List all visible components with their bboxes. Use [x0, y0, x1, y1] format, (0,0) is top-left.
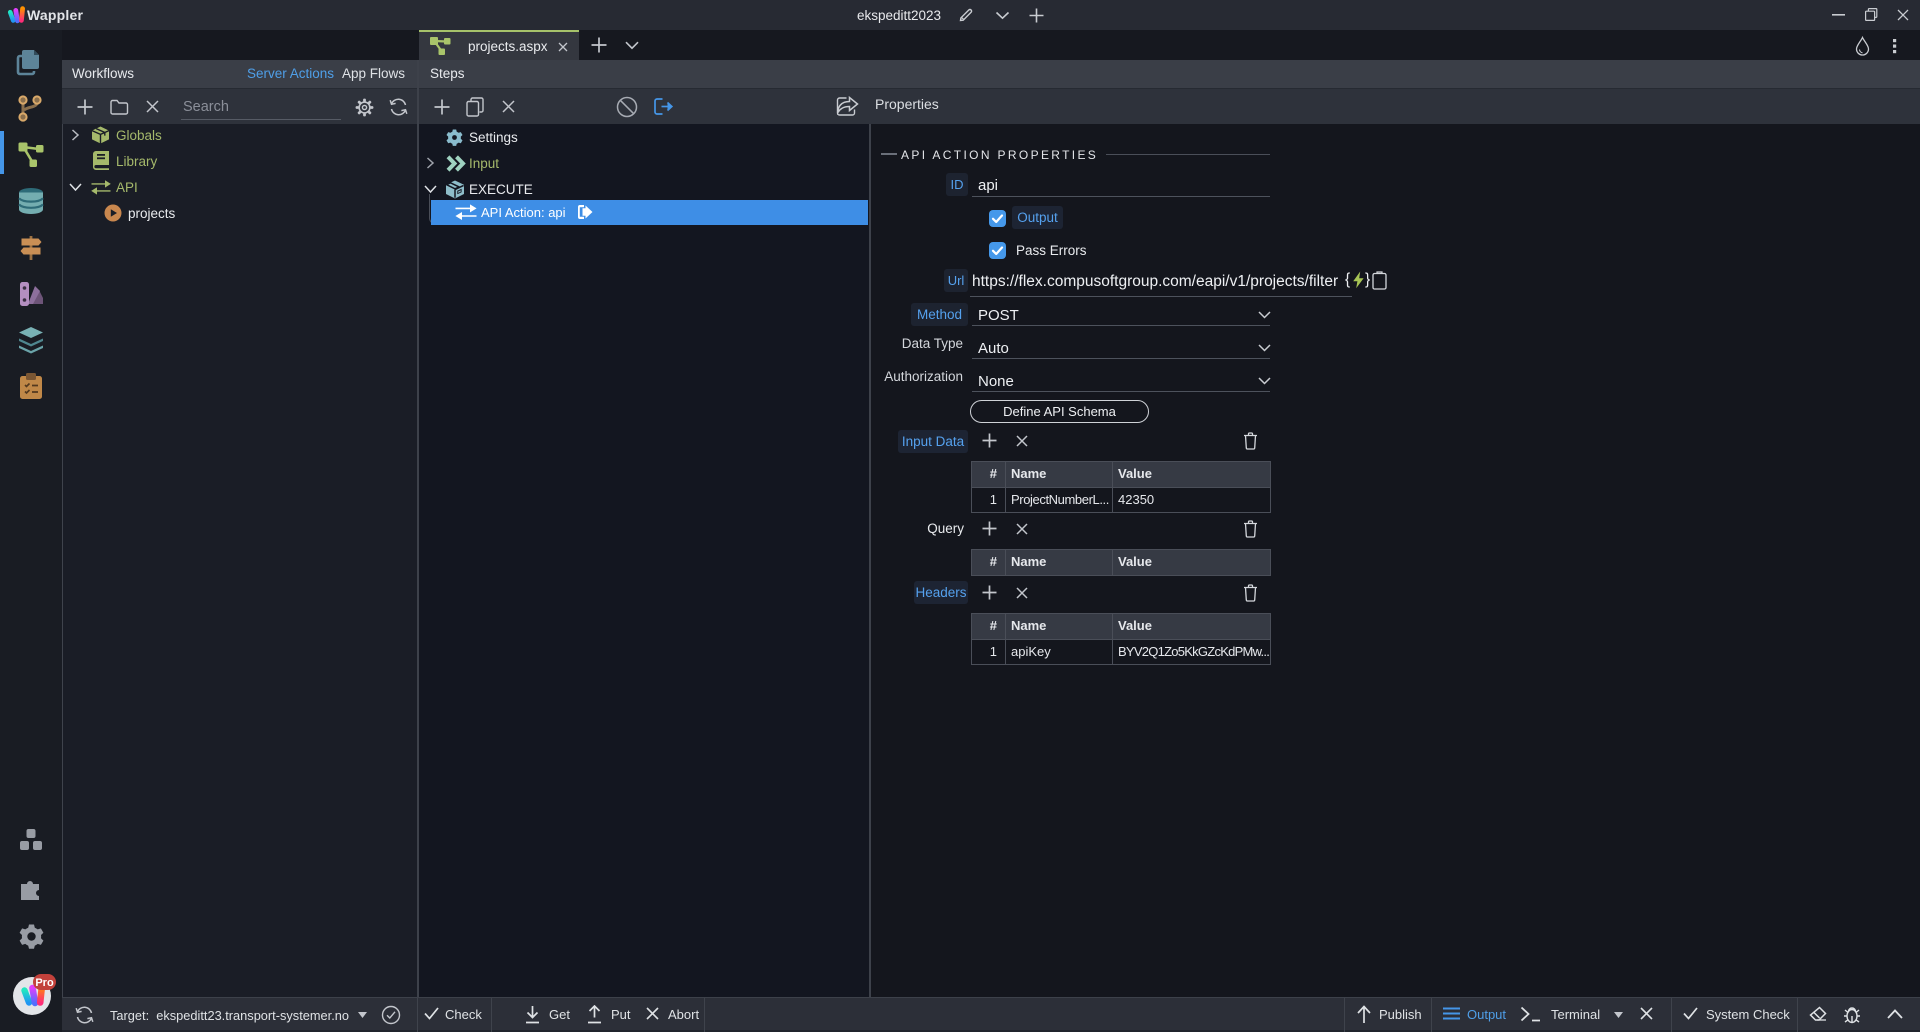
svg-text:Pro: Pro	[35, 977, 54, 989]
